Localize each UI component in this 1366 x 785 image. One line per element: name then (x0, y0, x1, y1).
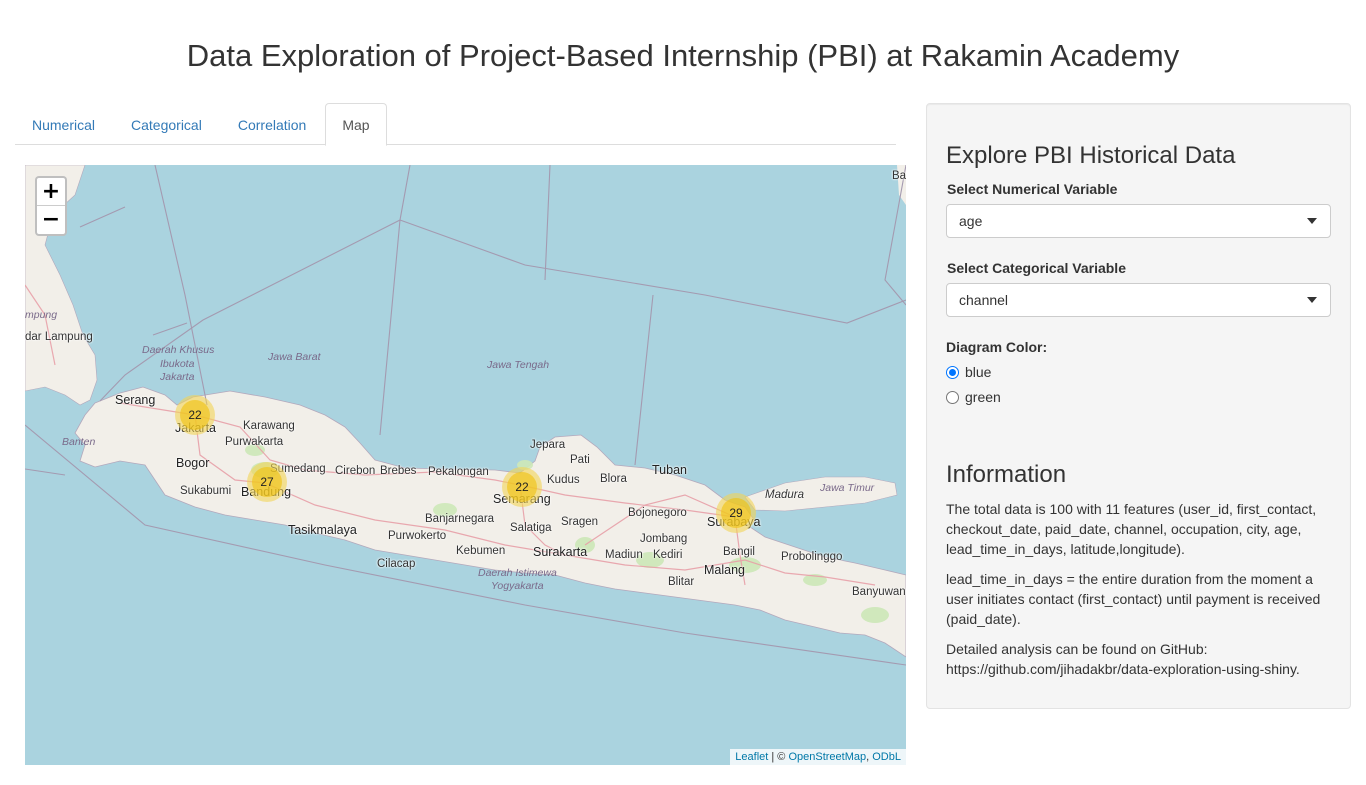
map-label-cirebon: Cirebon (335, 465, 376, 477)
map-label-banten: Banten (62, 436, 96, 448)
map-label-pekalongan: Pekalongan (428, 466, 489, 478)
map-cluster-jakarta[interactable]: 22 (175, 395, 215, 435)
map-label-blitar: Blitar (668, 576, 695, 588)
info-paragraph-lead-time: lead_time_in_days = the entire duration … (946, 571, 1321, 627)
chevron-down-icon (1307, 297, 1317, 303)
map-label-bandar-lampung: dar Lampung (25, 331, 93, 343)
map-cluster-surabaya[interactable]: 29 (716, 493, 756, 533)
cluster-count: 29 (721, 498, 751, 528)
map-label-pati: Pati (570, 454, 590, 466)
map-label-salatiga: Salatiga (510, 522, 552, 534)
map-label-blora: Blora (600, 473, 627, 485)
map-label-lampung: mpung (25, 309, 58, 321)
map-label-tuban: Tuban (652, 463, 687, 477)
map-label-jepara: Jepara (530, 439, 566, 451)
map-label-madiun: Madiun (605, 549, 643, 561)
map-label-surakarta: Surakarta (533, 545, 588, 559)
map-label-sukabumi: Sukabumi (180, 485, 232, 497)
radio-unchecked-icon[interactable] (946, 390, 959, 404)
map-label-brebes: Brebes (380, 465, 417, 477)
sidebar-heading: Explore PBI Historical Data (946, 142, 1236, 169)
map-label-banyuwangi: Banyuwang (852, 586, 906, 598)
map-label-banjarnegara: Banjarnegara (425, 513, 495, 525)
openstreetmap-link[interactable]: OpenStreetMap (788, 751, 866, 763)
map-label-madura: Madura (765, 489, 804, 501)
zoom-control: + − (35, 176, 67, 236)
map-label-jombang: Jombang (640, 533, 688, 545)
numerical-variable-value: age (959, 213, 983, 229)
tab-numerical[interactable]: Numerical (15, 103, 112, 145)
zoom-in-button[interactable]: + (37, 178, 65, 206)
map-label-sragen: Sragen (561, 516, 599, 528)
map-label-bojonegoro: Bojonegoro (628, 507, 687, 519)
info-paragraph-github: Detailed analysis can be found on GitHub… (946, 641, 1300, 677)
map-label-bangil: Bangil (723, 546, 755, 558)
chevron-down-icon (1307, 218, 1317, 224)
color-option-label: green (965, 389, 1001, 405)
map-label-purwakarta: Purwakarta (225, 436, 284, 448)
color-option-green[interactable]: green (946, 389, 1001, 405)
map-label-karawang: Karawang (243, 420, 295, 432)
map-label-bali: Ba (892, 170, 906, 182)
color-option-label: blue (965, 364, 992, 380)
radio-checked-icon[interactable] (946, 365, 959, 379)
cluster-count: 22 (180, 400, 210, 430)
cluster-count: 22 (507, 472, 537, 502)
leaflet-link[interactable]: Leaflet (735, 751, 768, 763)
map-attribution: Leaflet | © OpenStreetMap, ODbL (730, 749, 906, 765)
page-title: Data Exploration of Project-Based Intern… (186, 38, 1180, 73)
categorical-variable-select[interactable]: channel (946, 283, 1331, 317)
map-label-tasikmalaya: Tasikmalaya (288, 523, 357, 537)
categorical-variable-value: channel (959, 292, 1009, 308)
map-label-jawa-tengah: Jawa Tengah (487, 359, 550, 371)
categorical-variable-label: Select Categorical Variable (947, 260, 1126, 276)
zoom-out-button[interactable]: − (37, 206, 65, 234)
odbl-link[interactable]: ODbL (872, 751, 901, 763)
map-cluster-semarang[interactable]: 22 (502, 467, 542, 507)
map-label-diy-1: Daerah Istimewa (478, 567, 557, 579)
map-label-cilacap: Cilacap (377, 558, 416, 570)
map-basemap (25, 165, 906, 666)
map-label-diy-2: Yogyakarta (491, 580, 544, 592)
diagram-color-label: Diagram Color: (946, 339, 1048, 355)
sidebar-panel: Explore PBI Historical Data Select Numer… (926, 103, 1351, 709)
map-label-kebumen: Kebumen (456, 545, 506, 557)
map-label-kediri: Kediri (653, 549, 683, 561)
map-cluster-bandung[interactable]: 27 (247, 462, 287, 502)
map-label-dki-2: Ibukota (160, 358, 195, 370)
map-label-purwokerto: Purwokerto (388, 530, 447, 542)
map-label-probolinggo: Probolinggo (781, 551, 843, 563)
map-label-jawa-barat: Jawa Barat (268, 351, 321, 363)
numerical-variable-label: Select Numerical Variable (947, 181, 1118, 197)
numerical-variable-select[interactable]: age (946, 204, 1331, 238)
map-view[interactable]: mpung dar Lampung Daerah Khusus Ibukota … (25, 165, 906, 765)
map-label-malang: Malang (704, 563, 745, 577)
map-label-dki-3: Jakarta (160, 371, 195, 383)
attribution-separator: | © (768, 751, 789, 763)
color-option-blue[interactable]: blue (946, 364, 991, 380)
cluster-count: 27 (252, 467, 282, 497)
info-paragraph-features: The total data is 100 with 11 features (… (946, 501, 1317, 557)
tab-map[interactable]: Map (325, 103, 387, 146)
map-label-jawa-timur: Jawa Timur (820, 482, 875, 494)
map-label-kudus: Kudus (547, 474, 580, 486)
information-heading: Information (946, 461, 1067, 488)
tab-categorical[interactable]: Categorical (114, 103, 219, 145)
tab-bar: Numerical Categorical Correlation Map (15, 103, 896, 146)
map-label-bogor: Bogor (176, 456, 210, 470)
map-label-serang: Serang (115, 393, 156, 407)
map-label-dki-1: Daerah Khusus (142, 344, 215, 356)
tab-correlation[interactable]: Correlation (221, 103, 323, 145)
